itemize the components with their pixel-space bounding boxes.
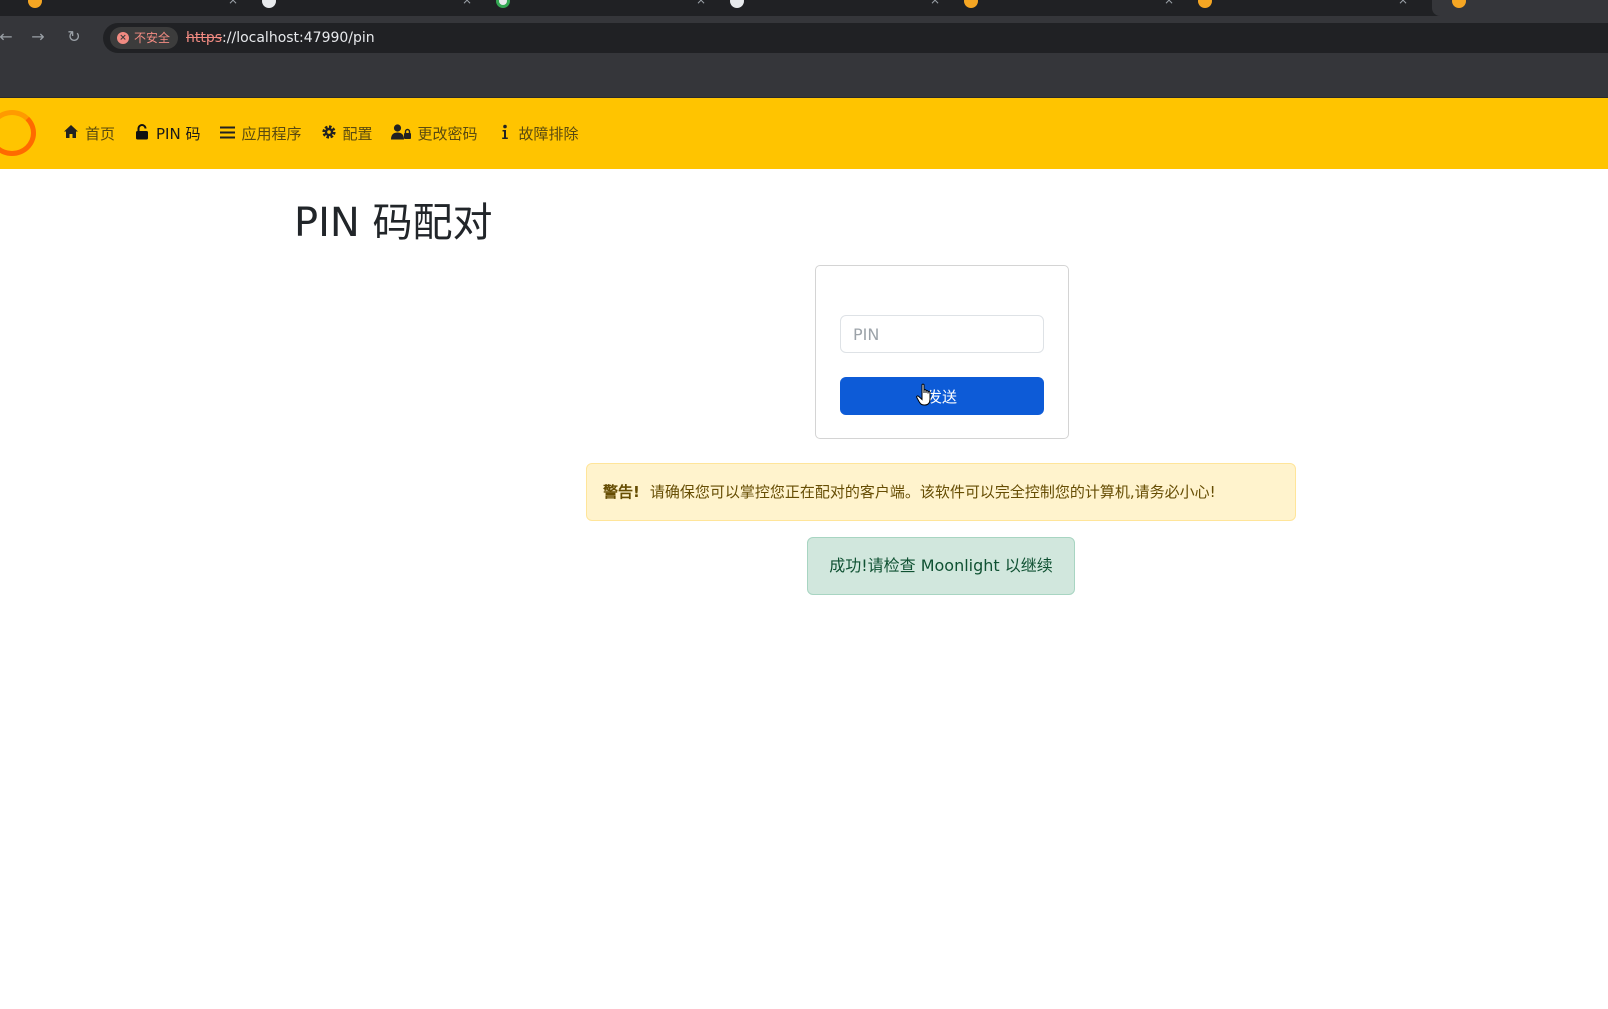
page-title: PIN 码配对 xyxy=(294,200,493,246)
nav-pin-label: PIN 码 xyxy=(156,125,201,143)
nav-links: 首页 PIN 码 应用程序 配置 更改密码 故障排除 xyxy=(62,98,597,169)
sunshine-favicon-icon xyxy=(1452,0,1466,8)
sunshine-logo[interactable] xyxy=(0,110,36,156)
pin-form-card: 发送 xyxy=(815,265,1069,439)
nav-apps[interactable]: 应用程序 xyxy=(218,123,302,144)
tab-close-icon[interactable]: × xyxy=(930,0,940,7)
security-chip[interactable]: × 不安全 xyxy=(110,27,179,49)
github-favicon-icon xyxy=(730,0,744,8)
tab-close-icon[interactable]: × xyxy=(1164,0,1174,7)
arrow-right-icon[interactable]: → xyxy=(26,25,50,49)
security-chip-label: 不安全 xyxy=(134,31,171,45)
browser-tab[interactable]: × xyxy=(964,0,1184,16)
arrow-left-icon[interactable]: ← xyxy=(0,25,18,49)
nav-troubleshoot[interactable]: 故障排除 xyxy=(496,123,579,144)
warning-circle-icon: × xyxy=(117,32,129,44)
browser-tab[interactable]: × xyxy=(730,0,950,16)
tab-close-icon[interactable]: × xyxy=(228,0,238,7)
browser-tab-active[interactable] xyxy=(1432,0,1608,16)
info-icon xyxy=(496,124,514,144)
site-navbar: 首页 PIN 码 应用程序 配置 更改密码 故障排除 xyxy=(0,98,1608,169)
sunshine-favicon-icon xyxy=(964,0,978,8)
browser-tab[interactable]: × xyxy=(28,0,248,16)
nav-password[interactable]: 更改密码 xyxy=(391,123,478,144)
browser-tab[interactable]: × xyxy=(1198,0,1418,16)
home-icon xyxy=(62,124,80,143)
warning-alert-text: 请确保您可以掌控您正在配对的客户端。该软件可以完全控制您的计算机,请务必小心! xyxy=(649,483,1216,501)
send-button[interactable]: 发送 xyxy=(840,377,1044,415)
success-alert: 成功!请检查 Moonlight 以继续 xyxy=(807,537,1075,595)
nav-config[interactable]: 配置 xyxy=(320,123,373,144)
list-icon xyxy=(218,125,236,143)
nav-pin[interactable]: PIN 码 xyxy=(133,123,200,144)
address-bar[interactable]: × 不安全 https://localhost:47990/pin xyxy=(103,23,1608,53)
github-favicon-icon xyxy=(262,0,276,8)
nav-home[interactable]: 首页 xyxy=(62,123,115,144)
browser-tab[interactable]: × xyxy=(496,0,716,16)
warning-alert: 警告! 请确保您可以掌控您正在配对的客户端。该软件可以完全控制您的计算机,请务必小… xyxy=(586,463,1296,521)
nav-config-label: 配置 xyxy=(342,125,373,143)
browser-tab[interactable]: × xyxy=(262,0,482,16)
browser-toolbar: ← → ↻ × 不安全 https://localhost:47990/pin xyxy=(0,16,1608,58)
bookmark-bar xyxy=(0,58,1608,98)
warning-alert-title: 警告! xyxy=(603,483,640,501)
sunshine-favicon-icon xyxy=(1198,0,1212,8)
tab-close-icon[interactable]: × xyxy=(1398,0,1408,7)
nav-home-label: 首页 xyxy=(85,125,116,143)
reload-icon[interactable]: ↻ xyxy=(62,25,86,49)
user-lock-icon xyxy=(391,123,413,144)
lock-icon xyxy=(133,123,151,144)
browser-tabstrip: × × × × × × xyxy=(0,0,1608,16)
gear-icon xyxy=(320,124,338,144)
nav-password-label: 更改密码 xyxy=(417,125,478,143)
nav-troubleshoot-label: 故障排除 xyxy=(518,125,579,143)
sunshine-favicon-icon xyxy=(28,0,42,8)
tab-close-icon[interactable]: × xyxy=(696,0,706,7)
tab-close-icon[interactable]: × xyxy=(462,0,472,7)
pin-input[interactable] xyxy=(840,315,1044,353)
url-text[interactable]: https://localhost:47990/pin xyxy=(186,28,375,48)
success-alert-text: 成功!请检查 Moonlight 以继续 xyxy=(829,556,1053,575)
url-scheme: https xyxy=(186,30,223,46)
url-rest: ://localhost:47990/pin xyxy=(222,30,375,46)
nav-apps-label: 应用程序 xyxy=(241,125,302,143)
chrome-favicon-icon xyxy=(496,0,510,8)
